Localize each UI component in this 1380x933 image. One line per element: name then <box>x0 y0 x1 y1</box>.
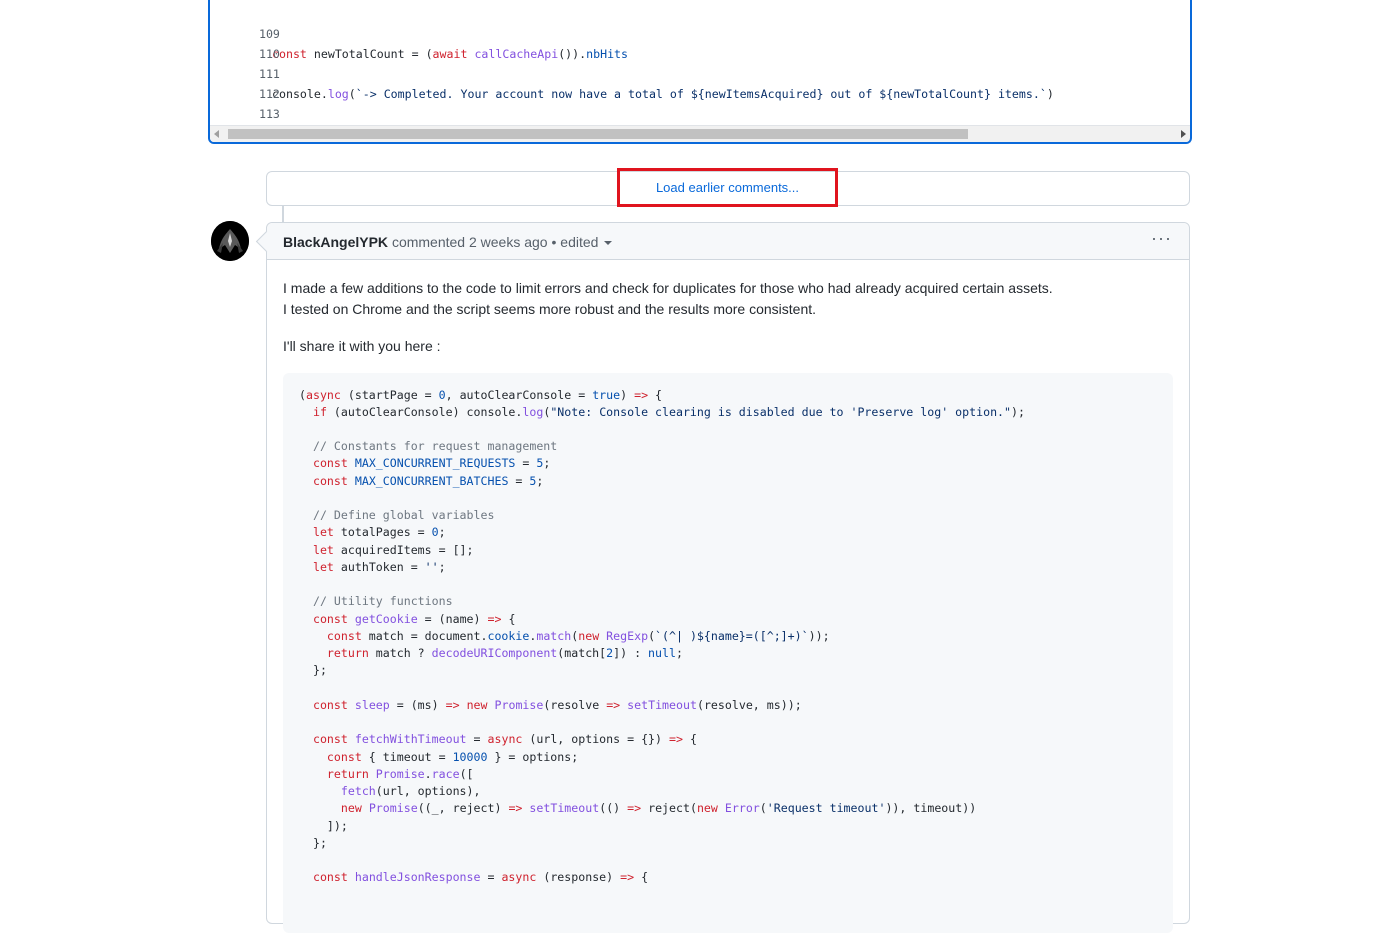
scroll-right-icon[interactable] <box>1181 130 1186 138</box>
code-line: 110 <box>210 24 280 61</box>
code-line: 109 const newTotalCount = (await callCac… <box>210 4 628 61</box>
horizontal-scrollbar[interactable] <box>210 125 1190 142</box>
comment-card: BlackAngelYPK commented 2 weeks ago • ed… <box>255 222 1190 933</box>
edited-dropdown[interactable]: edited <box>560 234 613 250</box>
comment-line-2: I tested on Chrome and the script seems … <box>283 301 817 317</box>
comment-author-link[interactable]: BlackAngelYPK <box>283 234 388 250</box>
chevron-down-icon <box>604 241 613 246</box>
code-line: 112 <box>210 64 280 101</box>
header-separator: • <box>551 234 557 250</box>
angel-avatar-icon <box>211 221 249 261</box>
edited-label: edited <box>560 234 599 250</box>
load-earlier-comments-button[interactable]: Load earlier comments... <box>617 168 838 207</box>
comment-paragraph-2: I'll share it with you here : <box>283 338 441 354</box>
scroll-left-icon[interactable] <box>214 130 219 138</box>
scrollbar-thumb[interactable] <box>228 129 968 139</box>
timeline-connector <box>282 205 284 223</box>
comment-header: BlackAngelYPK commented 2 weeks ago • ed… <box>255 223 1189 260</box>
code-line: 114 })()) <box>210 104 280 141</box>
code-line: 111 console.log(`-> Completed. Your acco… <box>210 44 1054 101</box>
code-file-view: 109 const newTotalCount = (await callCac… <box>208 0 1192 144</box>
comment-menu-kebab-icon[interactable]: ··· <box>1151 229 1171 251</box>
avatar[interactable] <box>211 221 249 261</box>
comment-paragraph: I made a few additions to the code to li… <box>283 278 1053 320</box>
code-block: (async (startPage = 0, autoClearConsole … <box>283 373 1173 933</box>
comment-line-1: I made a few additions to the code to li… <box>283 280 1053 296</box>
code-line: 113 alert(`-> Your account now have a to… <box>210 84 1190 141</box>
comment-pointer <box>255 230 278 253</box>
comment-action: commented <box>391 234 466 250</box>
comment-time[interactable]: 2 weeks ago <box>469 234 548 250</box>
